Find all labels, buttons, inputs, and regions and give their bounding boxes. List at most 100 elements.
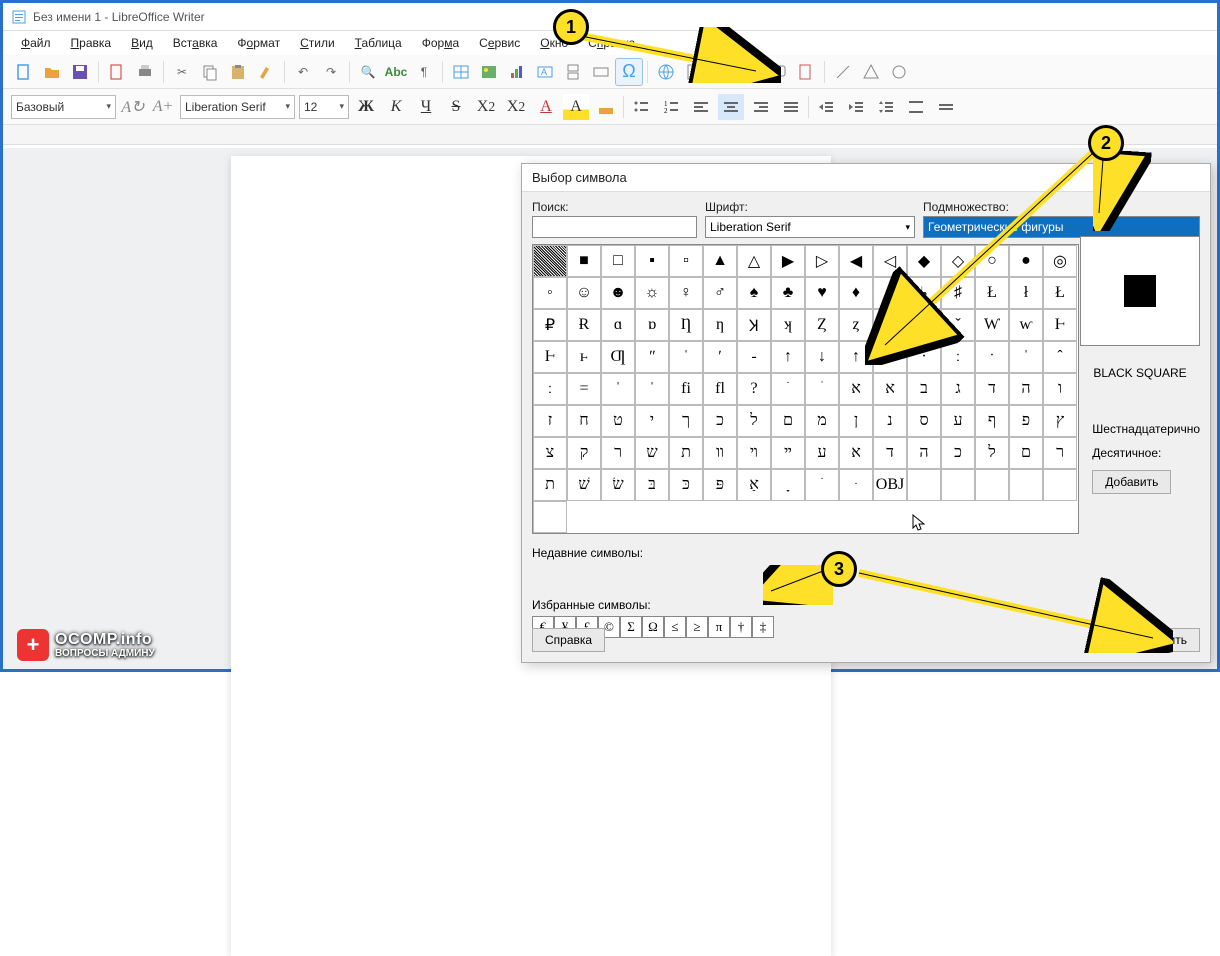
char-cell[interactable]: ●: [1009, 245, 1043, 277]
char-cell[interactable]: ♭: [907, 277, 941, 309]
char-cell[interactable]: ﬥ: [975, 437, 1009, 469]
insert-button[interactable]: Вставить: [1123, 628, 1200, 652]
char-cell[interactable]: ˈ: [601, 373, 635, 405]
help-button[interactable]: Справка: [532, 628, 605, 652]
char-cell[interactable]: ץ: [1043, 405, 1077, 437]
char-cell[interactable]: ◇: [941, 245, 975, 277]
char-cell[interactable]: ג: [941, 373, 975, 405]
char-cell[interactable]: Ⱶ: [1043, 309, 1077, 341]
char-cell[interactable]: ָ: [771, 469, 805, 501]
menu-styles[interactable]: Стили: [292, 34, 343, 52]
char-cell[interactable]: ◎: [1043, 245, 1077, 277]
spellcheck-icon[interactable]: Abc: [383, 59, 409, 85]
char-cell[interactable]: שׂ: [601, 469, 635, 501]
font-name-combo[interactable]: Liberation Serif▾: [180, 95, 295, 119]
char-cell[interactable]: ː: [941, 341, 975, 373]
highlight-icon[interactable]: A: [563, 94, 589, 120]
new-doc-icon[interactable]: [11, 59, 37, 85]
char-cell[interactable]: ֹ: [805, 469, 839, 501]
menu-help[interactable]: Справка: [580, 34, 643, 52]
char-cell[interactable]: Ȥ: [805, 309, 839, 341]
align-justify-icon[interactable]: [778, 94, 804, 120]
char-cell[interactable]: ש: [635, 437, 669, 469]
char-cell[interactable]: ↓: [805, 341, 839, 373]
char-cell[interactable]: מ: [805, 405, 839, 437]
menu-table[interactable]: Таблица: [347, 34, 410, 52]
favorite-char[interactable]: †: [730, 616, 752, 638]
linespacing-icon[interactable]: [873, 94, 899, 120]
char-cell[interactable]: ט: [601, 405, 635, 437]
char-cell[interactable]: א: [839, 373, 873, 405]
char-cell[interactable]: ˈ: [1009, 341, 1043, 373]
paste-icon[interactable]: [225, 59, 251, 85]
table-icon[interactable]: [448, 59, 474, 85]
align-left-icon[interactable]: [688, 94, 714, 120]
char-cell[interactable]: צ: [533, 437, 567, 469]
char-cell[interactable]: ♣: [771, 277, 805, 309]
char-cell[interactable]: Ⱶ: [533, 341, 567, 373]
update-style-icon[interactable]: A↻: [120, 94, 146, 120]
char-cell[interactable]: Ʞ: [737, 309, 771, 341]
menu-form[interactable]: Форма: [414, 34, 467, 52]
char-cell[interactable]: [1009, 469, 1043, 501]
shapes-icon[interactable]: [858, 59, 884, 85]
footnote-icon[interactable]: [681, 59, 707, 85]
char-cell[interactable]: ♀: [669, 277, 703, 309]
subset-select[interactable]: Геометрические фигуры: [923, 216, 1200, 238]
char-cell[interactable]: ·: [907, 341, 941, 373]
char-cell[interactable]: ♂: [703, 277, 737, 309]
find-icon[interactable]: 🔍: [355, 59, 381, 85]
char-cell[interactable]: ײ: [771, 437, 805, 469]
char-cell[interactable]: ז: [533, 405, 567, 437]
char-cell[interactable]: ﬨ: [533, 469, 567, 501]
char-cell[interactable]: ↑: [771, 341, 805, 373]
bullets-icon[interactable]: [628, 94, 654, 120]
cut-icon[interactable]: ✂: [169, 59, 195, 85]
char-cell[interactable]: ◀: [839, 245, 873, 277]
char-cell[interactable]: ◦: [533, 277, 567, 309]
char-cell[interactable]: ◁: [873, 245, 907, 277]
copy-icon[interactable]: [197, 59, 223, 85]
font-size-combo[interactable]: 12▾: [299, 95, 349, 119]
char-cell[interactable]: ▲: [703, 245, 737, 277]
indent-dec-icon[interactable]: [843, 94, 869, 120]
superscript-icon[interactable]: X2: [473, 94, 499, 120]
char-cell[interactable]: ƞ: [703, 309, 737, 341]
char-cell[interactable]: ○: [975, 245, 1009, 277]
char-cell[interactable]: כּ: [669, 469, 703, 501]
char-cell[interactable]: ˑ: [975, 341, 1009, 373]
subscript-icon[interactable]: X2: [503, 94, 529, 120]
char-cell[interactable]: ֹ: [771, 373, 805, 405]
font-color-icon[interactable]: A: [533, 94, 559, 120]
comment-icon[interactable]: [765, 59, 791, 85]
char-cell[interactable]: ♥: [805, 277, 839, 309]
print-icon[interactable]: [132, 59, 158, 85]
char-cell[interactable]: [975, 469, 1009, 501]
para-spacing-dec-icon[interactable]: [933, 94, 959, 120]
save-icon[interactable]: [67, 59, 93, 85]
char-cell[interactable]: Ⱳ: [975, 309, 1009, 341]
char-cell[interactable]: ‐: [737, 341, 771, 373]
char-cell[interactable]: [907, 469, 941, 501]
menu-tools[interactable]: Сервис: [471, 34, 528, 52]
char-cell[interactable]: fi: [669, 373, 703, 405]
char-cell[interactable]: Ƞ: [669, 309, 703, 341]
char-cell[interactable]: שׁ: [567, 469, 601, 501]
char-cell[interactable]: ה: [1009, 373, 1043, 405]
bold-icon[interactable]: Ж: [353, 94, 379, 120]
char-cell[interactable]: ♪: [873, 277, 907, 309]
char-cell[interactable]: ד: [975, 373, 1009, 405]
align-center-icon[interactable]: [718, 94, 744, 120]
char-cell[interactable]: ◆: [907, 245, 941, 277]
font-select[interactable]: Liberation Serif▾: [705, 216, 915, 238]
char-cell[interactable]: ː: [533, 373, 567, 405]
favorite-char[interactable]: Ω: [642, 616, 664, 638]
pilcrow-icon[interactable]: ¶: [411, 59, 437, 85]
char-cell[interactable]: ʹ: [703, 341, 737, 373]
char-cell[interactable]: ﬣ: [907, 437, 941, 469]
italic-icon[interactable]: К: [383, 94, 409, 120]
char-cell[interactable]: ˑ: [873, 341, 907, 373]
char-cell[interactable]: Ƣ: [601, 341, 635, 373]
char-cell[interactable]: ↓: [907, 309, 941, 341]
align-right-icon[interactable]: [748, 94, 774, 120]
